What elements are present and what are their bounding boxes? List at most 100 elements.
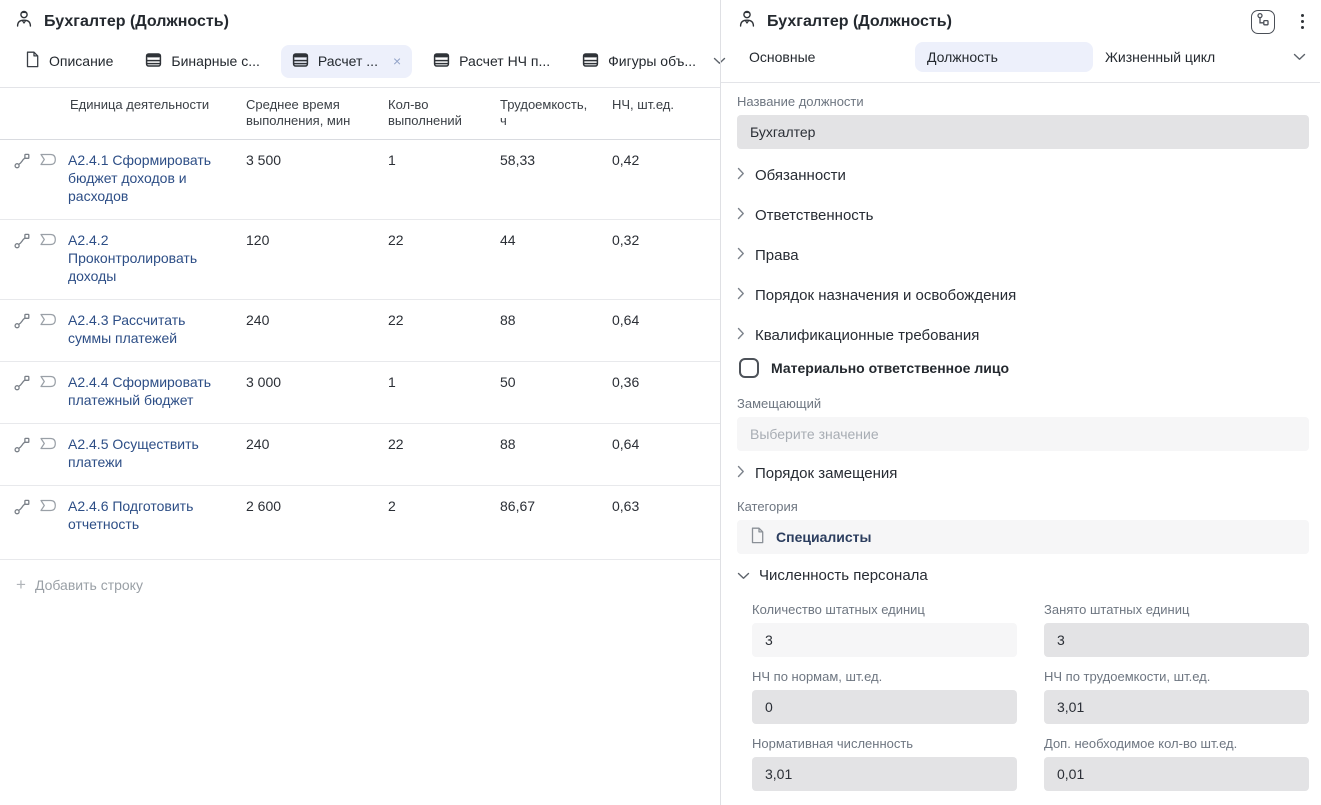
kebab-menu-icon[interactable] [1297, 12, 1309, 32]
labor-cell[interactable]: 44 [500, 231, 612, 285]
tab-binary-links[interactable]: Бинарные с... [134, 45, 270, 78]
chevron-right-icon [737, 167, 745, 184]
category-value: Специалисты [776, 529, 871, 545]
section-headcount[interactable]: Численность персонала [737, 554, 1309, 594]
labor-cell[interactable]: 88 [500, 435, 612, 471]
process-flow-icon[interactable] [14, 313, 30, 334]
tab-description[interactable]: Описание [14, 44, 124, 78]
headcount-readonly-field: 0 [752, 690, 1017, 724]
count-cell[interactable]: 22 [388, 231, 500, 285]
activity-link[interactable]: А2.4.6 Подготовить отчетность [68, 497, 232, 533]
document-icon [25, 51, 40, 71]
add-row-button[interactable]: + Добавить строку [0, 560, 720, 609]
nch-cell[interactable]: 0,32 [612, 231, 720, 285]
table-row: А2.4.2 Проконтролировать доходы 120 22 4… [0, 220, 720, 300]
right-panel: Бухгалтер (Должность) Основные Должность… [720, 0, 1320, 805]
tab-calculation-active[interactable]: Расчет ... × [281, 45, 412, 78]
category-field[interactable]: Специалисты [737, 520, 1309, 554]
activity-link[interactable]: А2.4.5 Осуществить платежи [68, 435, 232, 471]
activity-shape-icon[interactable] [39, 153, 57, 171]
activity-shape-icon[interactable] [39, 437, 57, 455]
section-substitution-order[interactable]: Порядок замещения [737, 451, 1309, 490]
substitute-label: Замещающий [737, 396, 1309, 411]
avg-time-cell[interactable]: 3 000 [246, 373, 388, 409]
avg-time-cell[interactable]: 120 [246, 231, 388, 285]
avg-time-cell[interactable]: 240 [246, 311, 388, 347]
section-label: Порядок назначения и освобождения [755, 287, 1016, 304]
activity-link[interactable]: А2.4.3 Рассчитать суммы платежей [68, 311, 232, 347]
count-cell[interactable]: 1 [388, 151, 500, 205]
activity-shape-icon[interactable] [39, 313, 57, 331]
activity-link[interactable]: А2.4.2 Проконтролировать доходы [68, 231, 232, 285]
avg-time-cell[interactable]: 240 [246, 435, 388, 471]
column-header-avg-time: Среднее время выполнения, мин [246, 97, 388, 129]
nch-cell[interactable]: 0,64 [612, 311, 720, 347]
tab-object-shapes[interactable]: Фигуры объ... [571, 45, 707, 78]
avg-time-cell[interactable]: 2 600 [246, 497, 388, 533]
section-label: Ответственность [755, 207, 874, 224]
tab-main[interactable]: Основные [737, 42, 915, 72]
column-header-count: Кол-во выполнений [388, 97, 500, 129]
right-tab-bar: Основные Должность Жизненный цикл [721, 38, 1320, 83]
nch-cell[interactable]: 0,36 [612, 373, 720, 409]
labor-cell[interactable]: 86,67 [500, 497, 612, 533]
tab-position[interactable]: Должность [915, 42, 1093, 72]
column-header-labor: Трудоемкость, ч [500, 97, 612, 129]
section-duties[interactable]: Обязанности [737, 155, 1309, 195]
count-cell[interactable]: 2 [388, 497, 500, 533]
close-tab-icon[interactable]: × [393, 54, 401, 68]
materially-responsible-checkbox[interactable] [739, 358, 759, 378]
process-flow-icon[interactable] [14, 153, 30, 174]
table-row: А2.4.4 Сформировать платежный бюджет 3 0… [0, 362, 720, 424]
section-appointment-order[interactable]: Порядок назначения и освобождения [737, 275, 1309, 315]
count-cell[interactable]: 22 [388, 311, 500, 347]
headcount-value: 3,01 [1057, 699, 1084, 715]
add-row-label: Добавить строку [35, 577, 143, 593]
headcount-readonly-field: 3,01 [1044, 690, 1309, 724]
activity-shape-icon[interactable] [39, 233, 57, 251]
count-cell[interactable]: 1 [388, 373, 500, 409]
process-flow-icon[interactable] [14, 499, 30, 520]
table-icon [145, 52, 162, 71]
substitute-placeholder: Выберите значение [750, 426, 879, 442]
labor-cell[interactable]: 88 [500, 311, 612, 347]
process-flow-icon[interactable] [14, 375, 30, 396]
section-qualification[interactable]: Квалификационные требования [737, 315, 1309, 350]
plus-icon: + [16, 576, 26, 593]
tab-calc-nch[interactable]: Расчет НЧ п... [422, 45, 561, 78]
nch-cell[interactable]: 0,64 [612, 435, 720, 471]
chevron-right-icon [737, 465, 745, 482]
left-panel-header: Бухгалтер (Должность) [0, 0, 720, 40]
nch-cell[interactable]: 0,42 [612, 151, 720, 205]
headcount-input[interactable]: 3 [752, 623, 1017, 657]
chevron-right-icon [737, 207, 745, 224]
app-window: Бухгалтер (Должность) Описание Бинарные … [0, 0, 1321, 805]
process-flow-icon[interactable] [14, 233, 30, 254]
left-tab-bar: Описание Бинарные с... Расчет ... × Расч… [0, 40, 720, 88]
headcount-label: НЧ по трудоемкости, шт.ед. [1044, 669, 1309, 684]
section-label: Численность персонала [759, 567, 928, 584]
process-flow-icon[interactable] [14, 437, 30, 458]
section-label: Квалификационные требования [755, 327, 979, 344]
labor-cell[interactable]: 50 [500, 373, 612, 409]
activity-link[interactable]: А2.4.1 Сформировать бюджет доходов и рас… [68, 151, 232, 205]
table-icon [433, 52, 450, 71]
activity-link[interactable]: А2.4.4 Сформировать платежный бюджет [68, 373, 232, 409]
headcount-readonly-field: 0,01 [1044, 757, 1309, 791]
headcount-label: Занято штатных единиц [1044, 602, 1309, 617]
section-responsibility[interactable]: Ответственность [737, 195, 1309, 235]
substitute-select[interactable]: Выберите значение [737, 417, 1309, 451]
activity-shape-icon[interactable] [39, 499, 57, 517]
headcount-value: 0 [765, 699, 773, 715]
labor-cell[interactable]: 58,33 [500, 151, 612, 205]
count-cell[interactable]: 22 [388, 435, 500, 471]
tab-lifecycle[interactable]: Жизненный цикл [1093, 42, 1271, 72]
section-rights[interactable]: Права [737, 235, 1309, 275]
tabs-overflow-chevron-icon[interactable] [1293, 48, 1306, 66]
nch-cell[interactable]: 0,63 [612, 497, 720, 533]
avg-time-cell[interactable]: 3 500 [246, 151, 388, 205]
org-chart-button[interactable] [1251, 10, 1275, 34]
activity-shape-icon[interactable] [39, 375, 57, 393]
tab-label: Фигуры объ... [608, 53, 696, 69]
column-header-activity-unit: Единица деятельности [0, 97, 246, 129]
